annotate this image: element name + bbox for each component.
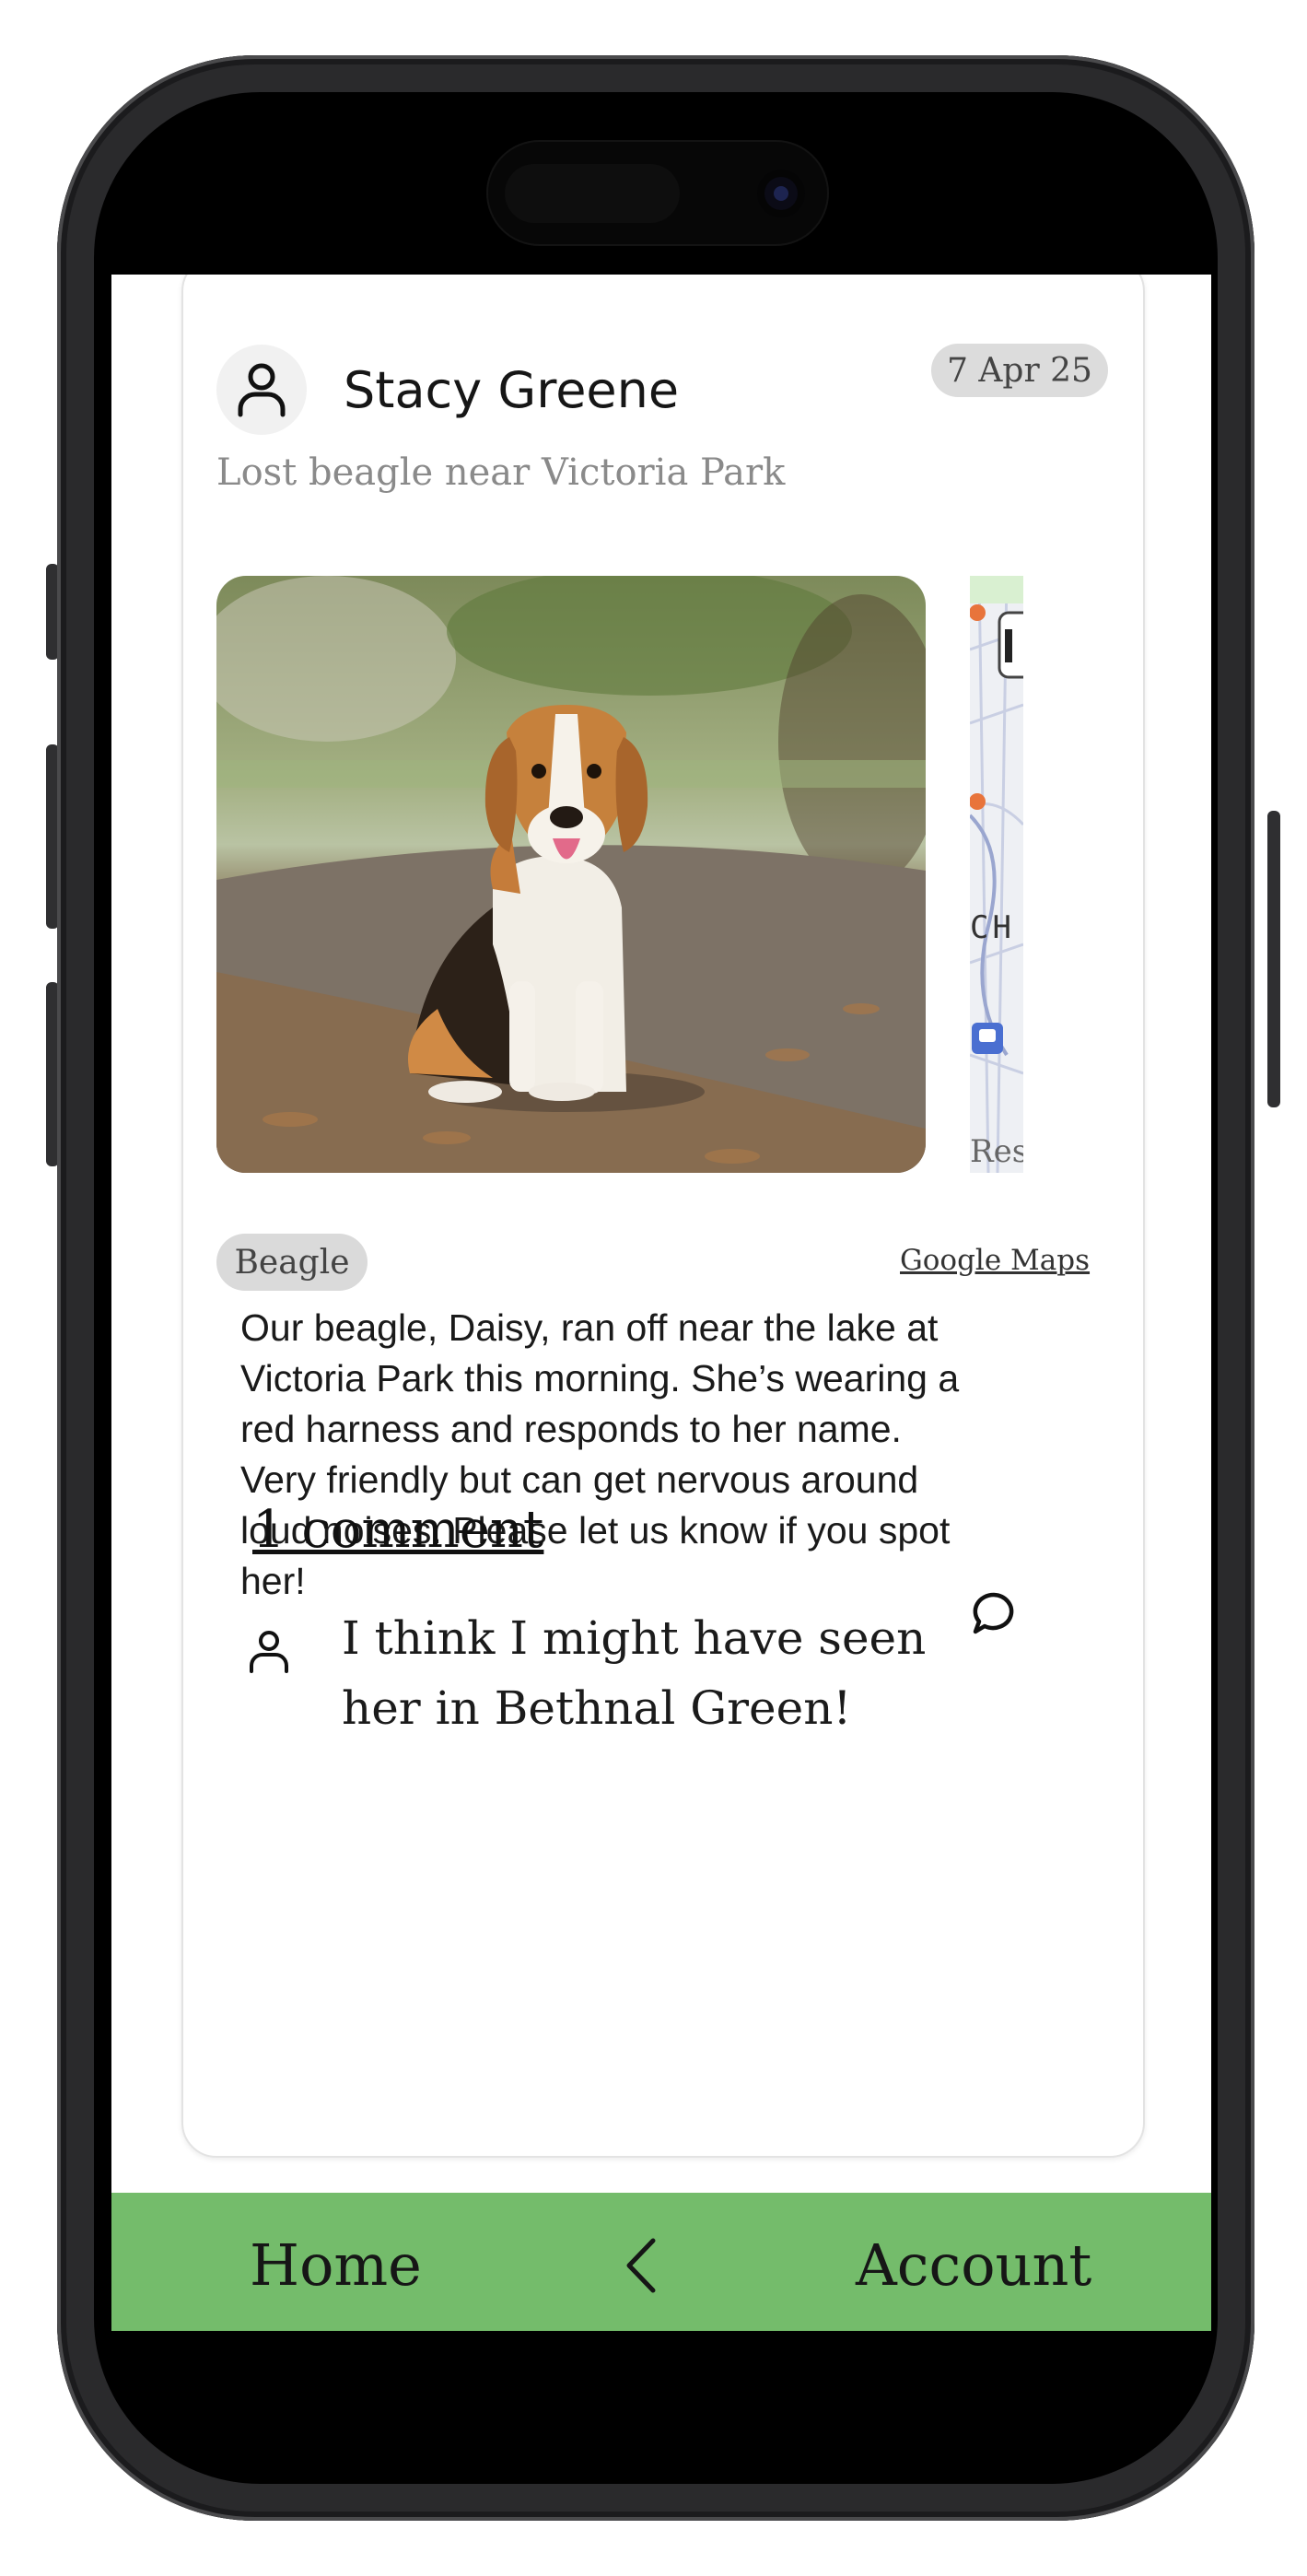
power-button	[1267, 811, 1280, 1107]
map-label: CH	[970, 909, 1015, 946]
dog-photo[interactable]	[216, 576, 926, 1173]
map-preview	[970, 576, 1023, 1173]
user-icon	[238, 363, 286, 417]
island-sensor	[505, 164, 680, 223]
nav-home-button[interactable]: Home	[250, 2231, 422, 2299]
date-badge: 7 Apr 25	[931, 344, 1108, 397]
comments-count-link[interactable]: 1 comment	[252, 1500, 543, 1560]
comment-text: I think I might have seen her in Bethnal…	[342, 1611, 927, 1735]
map-label: Res	[970, 1133, 1023, 1170]
chevron-left-icon[interactable]	[614, 2235, 670, 2296]
author-avatar[interactable]	[216, 345, 307, 435]
nav-account-button[interactable]: Account	[856, 2231, 1091, 2299]
google-maps-link[interactable]: Google Maps	[900, 1244, 1090, 1277]
user-icon	[250, 1631, 288, 1673]
author-name: Stacy Greene	[344, 361, 680, 419]
app-screen: Stacy Greene 7 Apr 25 Lost beagle near V…	[111, 275, 1211, 2331]
post-description: Our beagle, Daisy, ran off near the lake…	[240, 1306, 960, 1602]
camera-icon	[757, 170, 805, 217]
post-title: Lost beagle near Victoria Park	[216, 451, 786, 494]
bottom-nav-bar: Home Account	[111, 2193, 1211, 2331]
map-thumbnail[interactable]: CH Res	[970, 576, 1023, 1173]
speech-bubble-icon[interactable]	[968, 1587, 1020, 1639]
beagle-image	[216, 576, 926, 1173]
post-card: Stacy Greene 7 Apr 25 Lost beagle near V…	[181, 275, 1145, 2158]
breed-tag[interactable]: Beagle	[216, 1234, 368, 1291]
dynamic-island	[486, 140, 829, 246]
